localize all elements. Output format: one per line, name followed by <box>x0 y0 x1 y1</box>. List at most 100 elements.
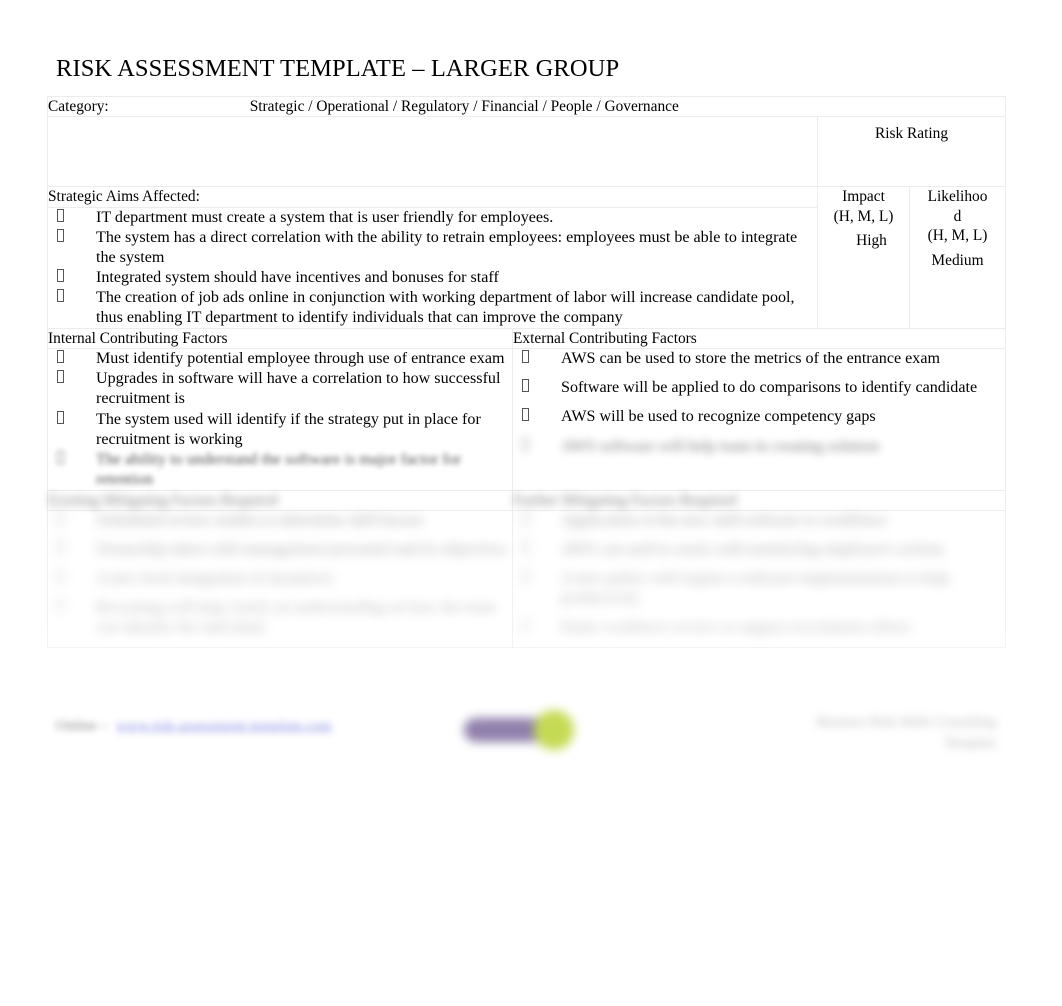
list-item-text: A new level integration of incentives <box>96 570 334 588</box>
list-item-text: Recruiting will help clarify an understa… <box>96 599 497 637</box>
list-item: Must identify potential employee through… <box>48 349 512 369</box>
list-item-text: Scheduled review studies to determine sk… <box>96 512 425 530</box>
list-item: AWS can be used to store the metrics of … <box>513 349 1005 369</box>
footer-credit: Business Risk Skills Consulting Template <box>766 712 996 754</box>
list-item-text: AWS can be used to store the metrics of … <box>561 350 941 368</box>
likelihood-header-line2: d <box>953 207 962 225</box>
risk-rating-title: Risk Rating <box>874 125 949 143</box>
square-bullet-icon <box>522 437 529 451</box>
square-bullet-icon <box>57 268 64 282</box>
internal-mitigating-list: Scheduled review studies to determine sk… <box>48 511 512 638</box>
impact-value[interactable]: High <box>818 226 909 250</box>
list-item-text: The system used will identify if the str… <box>96 410 481 448</box>
list-item: IT department must create a system that … <box>48 208 817 228</box>
list-item: The system used will identify if the str… <box>48 410 512 450</box>
square-bullet-icon <box>57 208 64 222</box>
table-row-mitigating-heads: Existing Mitigating Factors Required Fur… <box>47 489 1006 512</box>
document-page: RISK ASSESSMENT TEMPLATE – LARGER GROUP … <box>0 0 1062 1006</box>
list-item-text: The system has a direct correlation with… <box>96 228 798 266</box>
list-item: Scheduled review studies to determine sk… <box>48 511 512 531</box>
list-item: Software will be applied to do compariso… <box>513 378 1005 398</box>
square-bullet-icon <box>522 619 529 633</box>
list-item: Recruiting will help clarify an understa… <box>48 598 512 638</box>
square-bullet-icon <box>522 350 529 364</box>
brand-logo <box>462 708 592 752</box>
list-item-text: IT department must create a system that … <box>96 208 554 226</box>
list-item-text: Entire workforce review to support recru… <box>561 619 912 637</box>
square-bullet-icon <box>57 541 64 555</box>
list-item-text: The creation of job ads online in conjun… <box>96 288 795 326</box>
strategic-aims-cell: IT department must create a system that … <box>47 206 818 330</box>
external-factors-cell: AWS can be used to store the metrics of … <box>512 348 1006 491</box>
strategic-aims-heading: Strategic Aims Affected: <box>47 186 818 208</box>
list-item-text: AWS will be used to recognize competency… <box>561 408 876 426</box>
list-item: The ability to understand the software i… <box>48 450 512 490</box>
square-bullet-icon <box>522 408 529 422</box>
list-item: Entire workforce review to support recru… <box>513 618 1005 638</box>
list-item: Application of the new skill software to… <box>513 511 1005 531</box>
square-bullet-icon <box>57 570 64 584</box>
square-bullet-icon <box>57 512 64 526</box>
likelihood-header-line1: Likelihoo <box>927 188 988 206</box>
likelihood-header-line3: (H, M, L) <box>927 227 988 245</box>
list-item-text: Software will be applied to do compariso… <box>561 379 978 397</box>
list-item-text: AWS can used to assist with monitoring e… <box>561 541 945 559</box>
square-bullet-icon <box>522 541 529 555</box>
list-item: Ownership taken with management personne… <box>48 540 512 560</box>
square-bullet-icon <box>57 288 64 302</box>
external-factors-list: AWS can be used to store the metrics of … <box>513 349 1005 456</box>
strategic-aims-list: IT department must create a system that … <box>48 208 817 328</box>
table-row-contributing-body: Must identify potential employee through… <box>47 348 1006 491</box>
footer-credit-line1: Business Risk Skills Consulting <box>816 715 996 730</box>
list-item-text: Must identify potential employee through… <box>96 350 505 368</box>
table-row-contributing-heads: Internal Contributing Factors External C… <box>47 327 1006 350</box>
external-factors-heading: External Contributing Factors <box>512 327 1006 350</box>
square-bullet-icon <box>57 228 64 242</box>
impact-column: Impact (H, M, L) High <box>817 186 910 329</box>
square-bullet-icon <box>522 512 529 526</box>
table-row-strategic-aims-head: Strategic Aims Affected: Impact (H, M, L… <box>47 186 1006 329</box>
external-mitigating-heading: Further Mitigating Factors Required <box>512 489 1006 512</box>
square-bullet-icon <box>57 450 64 464</box>
table-row-description: Risk Rating <box>47 116 1006 188</box>
square-bullet-icon <box>57 350 64 364</box>
internal-mitigating-cell: Scheduled review studies to determine sk… <box>47 510 513 649</box>
list-item: Upgrades in software will have a correla… <box>48 369 512 409</box>
footer-link-url[interactable]: www.risk-assessment-template.com <box>116 718 332 734</box>
list-item-text: Upgrades in software will have a correla… <box>96 370 501 408</box>
list-item-text: Application of the new skill software to… <box>561 512 887 530</box>
internal-factors-cell: Must identify potential employee through… <box>47 348 513 491</box>
square-bullet-icon <box>522 379 529 393</box>
list-item: AWS will be used to recognize competency… <box>513 407 1005 427</box>
category-options[interactable]: Strategic / Operational / Regulatory / F… <box>250 97 679 116</box>
square-bullet-icon <box>57 410 64 424</box>
category-cell: Category: Strategic / Operational / Regul… <box>47 95 1006 118</box>
logo-circle-shape <box>534 710 574 750</box>
list-item: AWS software will help team in creating … <box>513 437 1005 457</box>
square-bullet-icon <box>522 570 529 584</box>
risk-description-cell[interactable] <box>47 116 818 188</box>
external-mitigating-cell: Application of the new skill software to… <box>512 510 1006 649</box>
likelihood-value[interactable]: Medium <box>910 246 1005 270</box>
page-title: RISK ASSESSMENT TEMPLATE – LARGER GROUP <box>56 55 620 82</box>
list-item-text: A new policy will require a software imp… <box>561 570 950 608</box>
risk-rating-header-cell: Risk Rating <box>817 116 1006 188</box>
risk-assessment-table: Category: Strategic / Operational / Regul… <box>47 95 1006 649</box>
list-item-text: The ability to understand the software i… <box>96 450 462 488</box>
internal-factors-list: Must identify potential employee through… <box>48 349 512 489</box>
list-item: A new level integration of incentives <box>48 569 512 589</box>
list-item-text: AWS software will help team in creating … <box>561 437 880 455</box>
footer-credit-line2: Template <box>944 736 996 751</box>
list-item-text: Integrated system should have incentives… <box>96 268 499 286</box>
table-row-category: Category: Strategic / Operational / Regul… <box>47 95 1006 118</box>
list-item-text: Ownership taken with management personne… <box>96 541 507 559</box>
list-item: A new policy will require a software imp… <box>513 569 1005 609</box>
internal-mitigating-heading: Existing Mitigating Factors Required <box>47 489 513 512</box>
list-item: Integrated system should have incentives… <box>48 268 817 288</box>
internal-factors-heading: Internal Contributing Factors <box>47 327 513 350</box>
table-row-mitigating-body: Scheduled review studies to determine sk… <box>47 510 1006 649</box>
footer-link-row: Online – www.risk-assessment-template.com <box>56 718 332 735</box>
square-bullet-icon <box>57 370 64 384</box>
impact-header-line1: Impact <box>842 188 885 206</box>
category-label: Category: <box>48 98 109 115</box>
